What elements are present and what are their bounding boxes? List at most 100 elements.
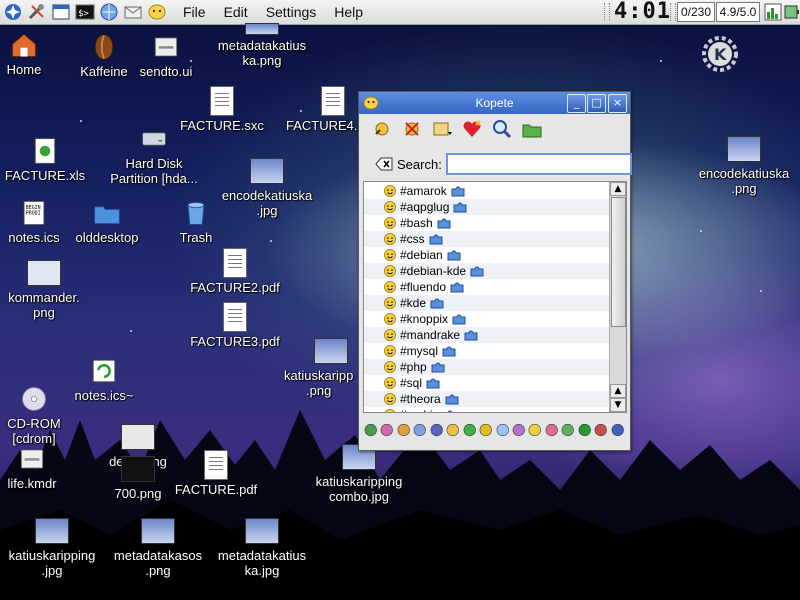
protocol-account-icon[interactable] [511, 422, 526, 438]
menu-file[interactable]: File [174, 1, 215, 23]
protocol-account-icon[interactable] [462, 422, 477, 438]
scroll-up-button[interactable]: ▲ [610, 182, 626, 196]
load-applet[interactable]: 4.9/5.0 [716, 2, 760, 22]
maximize-button[interactable]: □ [587, 94, 606, 113]
desktop-icon-encodekatiuska-jpg[interactable]: encodekatiuska .jpg [214, 154, 320, 218]
desktop-icon-facture3-pdf[interactable]: FACTURE3.pdf [188, 300, 282, 349]
desktop-icon-kommander-png[interactable]: kommander. png [4, 256, 84, 320]
search-icon[interactable] [489, 116, 515, 142]
menu-help[interactable]: Help [325, 1, 372, 23]
desktop-icon-kaffeine[interactable]: Kaffeine [78, 30, 130, 79]
desktop-icon-facture2-pdf[interactable]: FACTURE2.pdf [188, 246, 282, 295]
contact-name: #mysql [400, 344, 439, 358]
connect-icon[interactable] [369, 116, 395, 142]
protocol-account-icon[interactable] [593, 422, 608, 438]
desktop-icon-encodekatiuska-png[interactable]: encodekatiuska .png [692, 132, 796, 196]
protocol-account-icon[interactable] [412, 422, 427, 438]
minimize-button[interactable]: _ [567, 94, 586, 113]
contact-row[interactable]: #mandrake [364, 327, 610, 343]
browser-icon[interactable] [97, 1, 120, 23]
search-row: Search: [359, 150, 632, 178]
irc-protocol-icon [470, 266, 484, 277]
protocol-account-icon[interactable] [379, 422, 394, 438]
online-status-icon [384, 345, 396, 357]
contact-row[interactable]: #theora [364, 391, 610, 407]
search-label: Search: [397, 156, 442, 172]
scroll-down-button[interactable]: ▼ [610, 398, 626, 412]
desktop-icon-hard-disk[interactable]: Hard Disk Partition [hda... [102, 122, 206, 186]
protocol-account-icon[interactable] [478, 422, 493, 438]
protocol-account-icon[interactable] [527, 422, 542, 438]
desktop-icon-katiuskaripping-jpg[interactable]: katiuskaripping .jpg [2, 514, 102, 578]
contact-row[interactable]: #vorbis [364, 407, 610, 412]
desktop-icon-notes-ics-backup[interactable]: notes.ics~ [66, 354, 142, 403]
desktop-icon-700-png[interactable]: 700.png [110, 452, 166, 501]
contact-list-scrollbar[interactable]: ▲ ▲ ▼ [609, 182, 626, 412]
clear-search-icon[interactable] [375, 157, 393, 171]
add-contact-icon[interactable] [459, 116, 485, 142]
open-folder-icon[interactable] [519, 116, 545, 142]
protocol-account-icon[interactable] [396, 422, 411, 438]
kde-menu-icon[interactable] [1, 1, 24, 23]
panel-handle[interactable] [670, 3, 676, 21]
battery-icon[interactable] [780, 1, 800, 23]
tools-icon[interactable] [25, 1, 48, 23]
desktop-icon-home[interactable]: Home [4, 28, 44, 77]
contact-row[interactable]: #mysql [364, 343, 610, 359]
protocol-account-icon[interactable] [429, 422, 444, 438]
contact-row[interactable]: #amarok [364, 183, 610, 199]
kommander-file-icon [15, 442, 49, 476]
contact-row[interactable]: #debian-kde [364, 263, 610, 279]
desktop-icon-olddesktop[interactable]: olddesktop [68, 196, 146, 245]
desktop-icon-facture-xls[interactable]: FACTURE.xls [4, 134, 86, 183]
desktop-icon-trash[interactable]: Trash [174, 196, 218, 245]
contact-row[interactable]: #aqpglug [364, 199, 610, 215]
kopete-icon[interactable] [145, 1, 168, 23]
protocol-account-icon[interactable] [610, 422, 625, 438]
contact-row[interactable]: #fluendo [364, 279, 610, 295]
scroll-thumb[interactable] [611, 197, 626, 327]
online-status-icon [384, 393, 396, 405]
konsole-icon[interactable]: $> [73, 1, 96, 23]
cdrom-icon [17, 382, 51, 416]
desktop-icon-sendto-ui[interactable]: sendto.ui [136, 30, 196, 79]
backup-file-icon [87, 354, 121, 388]
scroll-up-button[interactable]: ▲ [610, 384, 626, 398]
desktop-icon-metadatakatiuska-jpg[interactable]: metadatakatius ka.jpg [210, 514, 314, 578]
protocol-account-icon[interactable] [577, 422, 592, 438]
window-list-icon[interactable] [49, 1, 72, 23]
desktop-icon-facture4[interactable]: FACTURE4. [286, 84, 358, 133]
desktop-icon-facture-pdf[interactable]: FACTURE.pdf [172, 448, 260, 497]
contact-row[interactable]: #knoppix [364, 311, 610, 327]
desktop-icon-life-kmdr[interactable]: life.kmdr [4, 442, 60, 491]
disconnect-icon[interactable] [399, 116, 425, 142]
clock[interactable]: 4:01 [614, 0, 672, 24]
desktop-icon-metadatakatiuska-png[interactable]: metadatakatius ka.png [210, 20, 314, 68]
desktop-icon-metadatakasos-png[interactable]: metadatakasos .png [106, 514, 210, 578]
desktop-icon-notes-ics[interactable]: BEGIN PRODI notes.ics [4, 196, 64, 245]
desktop-icon-cdrom[interactable]: CD-ROM [cdrom] [4, 382, 64, 446]
protocol-account-icon[interactable] [560, 422, 575, 438]
close-button[interactable]: × [608, 94, 627, 113]
desktop-icon-katiuskaripp-png[interactable]: katiuskaripp .png [284, 334, 358, 398]
contact-row[interactable]: #php [364, 359, 610, 375]
contact-row[interactable]: #debian [364, 247, 610, 263]
mail-icon[interactable] [121, 1, 144, 23]
contact-row[interactable]: #css [364, 231, 610, 247]
status-icon[interactable] [429, 116, 455, 142]
protocol-account-icon[interactable] [445, 422, 460, 438]
contact-name: #theora [400, 392, 441, 406]
contact-row[interactable]: #sql [364, 375, 610, 391]
protocol-account-icon[interactable] [363, 422, 378, 438]
contact-row[interactable]: #bash [364, 215, 610, 231]
irc-protocol-icon [430, 298, 444, 309]
contact-list: #vorbis #theora #sql #php #mysql #mandrake #kn… [363, 181, 627, 413]
online-status-icon [384, 265, 396, 277]
protocol-account-icon[interactable] [544, 422, 559, 438]
counter-applet[interactable]: 0/230 [677, 2, 715, 22]
contact-row[interactable]: #kde [364, 295, 610, 311]
protocol-account-icon[interactable] [495, 422, 510, 438]
search-input[interactable] [446, 153, 632, 175]
kopete-titlebar[interactable]: Kopete _ □ × [359, 92, 630, 114]
panel-handle[interactable] [604, 3, 610, 21]
